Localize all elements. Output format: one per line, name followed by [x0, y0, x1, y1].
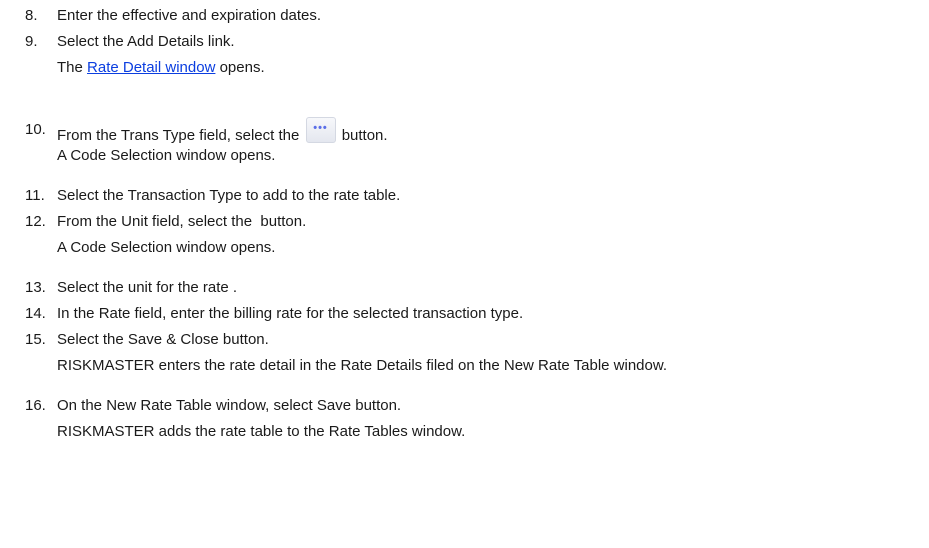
step-result: RISKMASTER enters the rate detail in the… [57, 357, 668, 374]
step-text-after: button. [341, 127, 388, 144]
step-number: 8. [25, 7, 38, 24]
step-text: Enter the effective and expiration dates… [57, 7, 322, 24]
step-number: 10. [25, 121, 46, 138]
step-result: The Rate Detail window opens. [57, 59, 265, 77]
step-number: 13. [25, 279, 46, 296]
step-number: 9. [25, 33, 38, 50]
step-text: Select the Add Details link. [57, 33, 235, 50]
step-result: A Code Selection window opens. [57, 239, 276, 256]
step-number: 12. [25, 213, 46, 230]
step-text: Select the unit for the rate . [57, 279, 238, 296]
step-text: Select the Transaction Type to add to th… [57, 187, 401, 204]
ellipsis-button-icon: ••• [305, 117, 336, 143]
rate-detail-window-link[interactable]: Rate Detail window [87, 59, 215, 76]
step-text: From the Trans Type field, select the ••… [57, 117, 388, 147]
step-number: 14. [25, 305, 46, 322]
step-number: 11. [25, 187, 45, 204]
step-number: 15. [25, 331, 46, 348]
result-suffix: opens. [215, 59, 265, 76]
step-result: A Code Selection window opens. [57, 147, 276, 164]
step-number: 16. [25, 397, 46, 414]
result-prefix: The [57, 59, 88, 76]
step-text: On the New Rate Table window, select Sav… [57, 397, 402, 414]
step-text: From the Unit field, select the button. [57, 213, 307, 230]
step-text-before: From the Trans Type field, select the [57, 127, 300, 144]
step-text: In the Rate field, enter the billing rat… [57, 305, 524, 322]
step-result: RISKMASTER adds the rate table to the Ra… [57, 423, 466, 440]
step-text: Select the Save & Close button. [57, 331, 269, 348]
